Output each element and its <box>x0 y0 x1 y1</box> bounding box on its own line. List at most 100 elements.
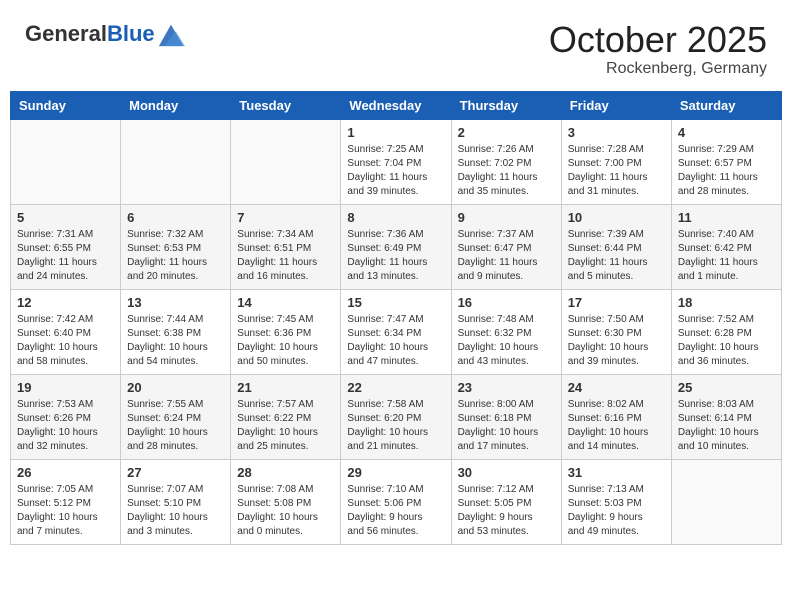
month-title: October 2025 <box>549 20 767 60</box>
day-info: Sunrise: 7:48 AM Sunset: 6:32 PM Dayligh… <box>458 313 555 369</box>
day-number: 12 <box>17 295 114 310</box>
page-header: GeneralBlue October 2025 Rockenberg, Ger… <box>10 10 782 83</box>
calendar-cell <box>11 119 121 204</box>
day-info: Sunrise: 7:05 AM Sunset: 5:12 PM Dayligh… <box>17 483 114 539</box>
day-number: 23 <box>458 380 555 395</box>
day-number: 3 <box>568 125 665 140</box>
day-info: Sunrise: 7:36 AM Sunset: 6:49 PM Dayligh… <box>347 228 444 284</box>
day-info: Sunrise: 7:45 AM Sunset: 6:36 PM Dayligh… <box>237 313 334 369</box>
day-number: 26 <box>17 465 114 480</box>
day-info: Sunrise: 7:42 AM Sunset: 6:40 PM Dayligh… <box>17 313 114 369</box>
day-number: 25 <box>678 380 775 395</box>
day-number: 11 <box>678 210 775 225</box>
day-info: Sunrise: 7:58 AM Sunset: 6:20 PM Dayligh… <box>347 398 444 454</box>
calendar-cell: 15 Sunrise: 7:47 AM Sunset: 6:34 PM Dayli… <box>341 289 451 374</box>
calendar-cell: 4 Sunrise: 7:29 AM Sunset: 6:57 PM Daylig… <box>671 119 781 204</box>
calendar-week-row: 5 Sunrise: 7:31 AM Sunset: 6:55 PM Daylig… <box>11 204 782 289</box>
weekday-header: Wednesday <box>341 91 451 119</box>
calendar-table: SundayMondayTuesdayWednesdayThursdayFrid… <box>10 91 782 545</box>
day-number: 22 <box>347 380 444 395</box>
calendar-cell: 18Sunrise: 7:52 AM Sunset: 6:28 PM Dayli… <box>671 289 781 374</box>
weekday-header: Saturday <box>671 91 781 119</box>
day-number: 5 <box>17 210 114 225</box>
calendar-cell: 24Sunrise: 8:02 AM Sunset: 6:16 PM Dayli… <box>561 374 671 459</box>
day-info: Sunrise: 7:55 AM Sunset: 6:24 PM Dayligh… <box>127 398 224 454</box>
calendar-cell: 29 Sunrise: 7:10 AM Sunset: 5:06 PM Dayli… <box>341 459 451 544</box>
day-info: Sunrise: 7:52 AM Sunset: 6:28 PM Dayligh… <box>678 313 775 369</box>
calendar-cell: 5 Sunrise: 7:31 AM Sunset: 6:55 PM Daylig… <box>11 204 121 289</box>
day-info: Sunrise: 8:00 AM Sunset: 6:18 PM Dayligh… <box>458 398 555 454</box>
calendar-cell: 13Sunrise: 7:44 AM Sunset: 6:38 PM Dayli… <box>121 289 231 374</box>
day-number: 14 <box>237 295 334 310</box>
weekday-header-row: SundayMondayTuesdayWednesdayThursdayFrid… <box>11 91 782 119</box>
weekday-header: Friday <box>561 91 671 119</box>
day-number: 28 <box>237 465 334 480</box>
calendar-cell: 30Sunrise: 7:12 AM Sunset: 5:05 PM Dayli… <box>451 459 561 544</box>
day-number: 27 <box>127 465 224 480</box>
day-number: 9 <box>458 210 555 225</box>
day-info: Sunrise: 7:29 AM Sunset: 6:57 PM Dayligh… <box>678 143 775 199</box>
title-block: October 2025 Rockenberg, Germany <box>549 20 767 78</box>
day-number: 1 <box>347 125 444 140</box>
calendar-cell: 12 Sunrise: 7:42 AM Sunset: 6:40 PM Dayli… <box>11 289 121 374</box>
day-info: Sunrise: 7:10 AM Sunset: 5:06 PM Dayligh… <box>347 483 444 539</box>
day-info: Sunrise: 7:08 AM Sunset: 5:08 PM Dayligh… <box>237 483 334 539</box>
day-info: Sunrise: 7:37 AM Sunset: 6:47 PM Dayligh… <box>458 228 555 284</box>
calendar-cell: 2 Sunrise: 7:26 AM Sunset: 7:02 PM Daylig… <box>451 119 561 204</box>
day-info: Sunrise: 7:47 AM Sunset: 6:34 PM Dayligh… <box>347 313 444 369</box>
calendar-cell: 31 Sunrise: 7:13 AM Sunset: 5:03 PM Dayli… <box>561 459 671 544</box>
day-info: Sunrise: 7:13 AM Sunset: 5:03 PM Dayligh… <box>568 483 665 539</box>
day-number: 15 <box>347 295 444 310</box>
calendar-cell: 9 Sunrise: 7:37 AM Sunset: 6:47 PM Daylig… <box>451 204 561 289</box>
calendar-week-row: 1Sunrise: 7:25 AM Sunset: 7:04 PM Daylig… <box>11 119 782 204</box>
day-info: Sunrise: 7:34 AM Sunset: 6:51 PM Dayligh… <box>237 228 334 284</box>
calendar-cell: 19 Sunrise: 7:53 AM Sunset: 6:26 PM Dayli… <box>11 374 121 459</box>
day-number: 8 <box>347 210 444 225</box>
day-number: 20 <box>127 380 224 395</box>
calendar-cell: 26 Sunrise: 7:05 AM Sunset: 5:12 PM Dayli… <box>11 459 121 544</box>
day-info: Sunrise: 7:32 AM Sunset: 6:53 PM Dayligh… <box>127 228 224 284</box>
logo: GeneralBlue <box>25 20 185 48</box>
day-number: 19 <box>17 380 114 395</box>
calendar-cell: 6 Sunrise: 7:32 AM Sunset: 6:53 PM Daylig… <box>121 204 231 289</box>
calendar-week-row: 19 Sunrise: 7:53 AM Sunset: 6:26 PM Dayli… <box>11 374 782 459</box>
calendar-cell: 27 Sunrise: 7:07 AM Sunset: 5:10 PM Dayli… <box>121 459 231 544</box>
day-info: Sunrise: 7:07 AM Sunset: 5:10 PM Dayligh… <box>127 483 224 539</box>
day-number: 17 <box>568 295 665 310</box>
day-number: 7 <box>237 210 334 225</box>
calendar-cell: 20 Sunrise: 7:55 AM Sunset: 6:24 PM Dayli… <box>121 374 231 459</box>
calendar-cell: 7 Sunrise: 7:34 AM Sunset: 6:51 PM Daylig… <box>231 204 341 289</box>
calendar-cell: 16 Sunrise: 7:48 AM Sunset: 6:32 PM Dayli… <box>451 289 561 374</box>
calendar-cell: 10 Sunrise: 7:39 AM Sunset: 6:44 PM Dayli… <box>561 204 671 289</box>
logo-icon <box>157 20 185 48</box>
day-number: 6 <box>127 210 224 225</box>
day-number: 13 <box>127 295 224 310</box>
calendar-cell: 22 Sunrise: 7:58 AM Sunset: 6:20 PM Dayli… <box>341 374 451 459</box>
day-number: 30 <box>458 465 555 480</box>
day-info: Sunrise: 7:39 AM Sunset: 6:44 PM Dayligh… <box>568 228 665 284</box>
calendar-cell: 11 Sunrise: 7:40 AM Sunset: 6:42 PM Dayli… <box>671 204 781 289</box>
calendar-cell <box>231 119 341 204</box>
day-number: 29 <box>347 465 444 480</box>
calendar-cell: 14 Sunrise: 7:45 AM Sunset: 6:36 PM Dayli… <box>231 289 341 374</box>
day-info: Sunrise: 7:31 AM Sunset: 6:55 PM Dayligh… <box>17 228 114 284</box>
calendar-cell: 25Sunrise: 8:03 AM Sunset: 6:14 PM Dayli… <box>671 374 781 459</box>
day-number: 16 <box>458 295 555 310</box>
calendar-cell: 28 Sunrise: 7:08 AM Sunset: 5:08 PM Dayli… <box>231 459 341 544</box>
location-subtitle: Rockenberg, Germany <box>549 60 767 78</box>
day-info: Sunrise: 8:02 AM Sunset: 6:16 PM Dayligh… <box>568 398 665 454</box>
day-number: 10 <box>568 210 665 225</box>
day-info: Sunrise: 7:28 AM Sunset: 7:00 PM Dayligh… <box>568 143 665 199</box>
day-info: Sunrise: 7:40 AM Sunset: 6:42 PM Dayligh… <box>678 228 775 284</box>
weekday-header: Thursday <box>451 91 561 119</box>
day-number: 31 <box>568 465 665 480</box>
calendar-cell: 3 Sunrise: 7:28 AM Sunset: 7:00 PM Daylig… <box>561 119 671 204</box>
day-number: 4 <box>678 125 775 140</box>
day-number: 2 <box>458 125 555 140</box>
calendar-cell: 8 Sunrise: 7:36 AM Sunset: 6:49 PM Daylig… <box>341 204 451 289</box>
day-info: Sunrise: 7:26 AM Sunset: 7:02 PM Dayligh… <box>458 143 555 199</box>
day-info: Sunrise: 7:53 AM Sunset: 6:26 PM Dayligh… <box>17 398 114 454</box>
calendar-cell: 23 Sunrise: 8:00 AM Sunset: 6:18 PM Dayli… <box>451 374 561 459</box>
logo-blue-text: Blue <box>107 21 155 46</box>
weekday-header: Tuesday <box>231 91 341 119</box>
